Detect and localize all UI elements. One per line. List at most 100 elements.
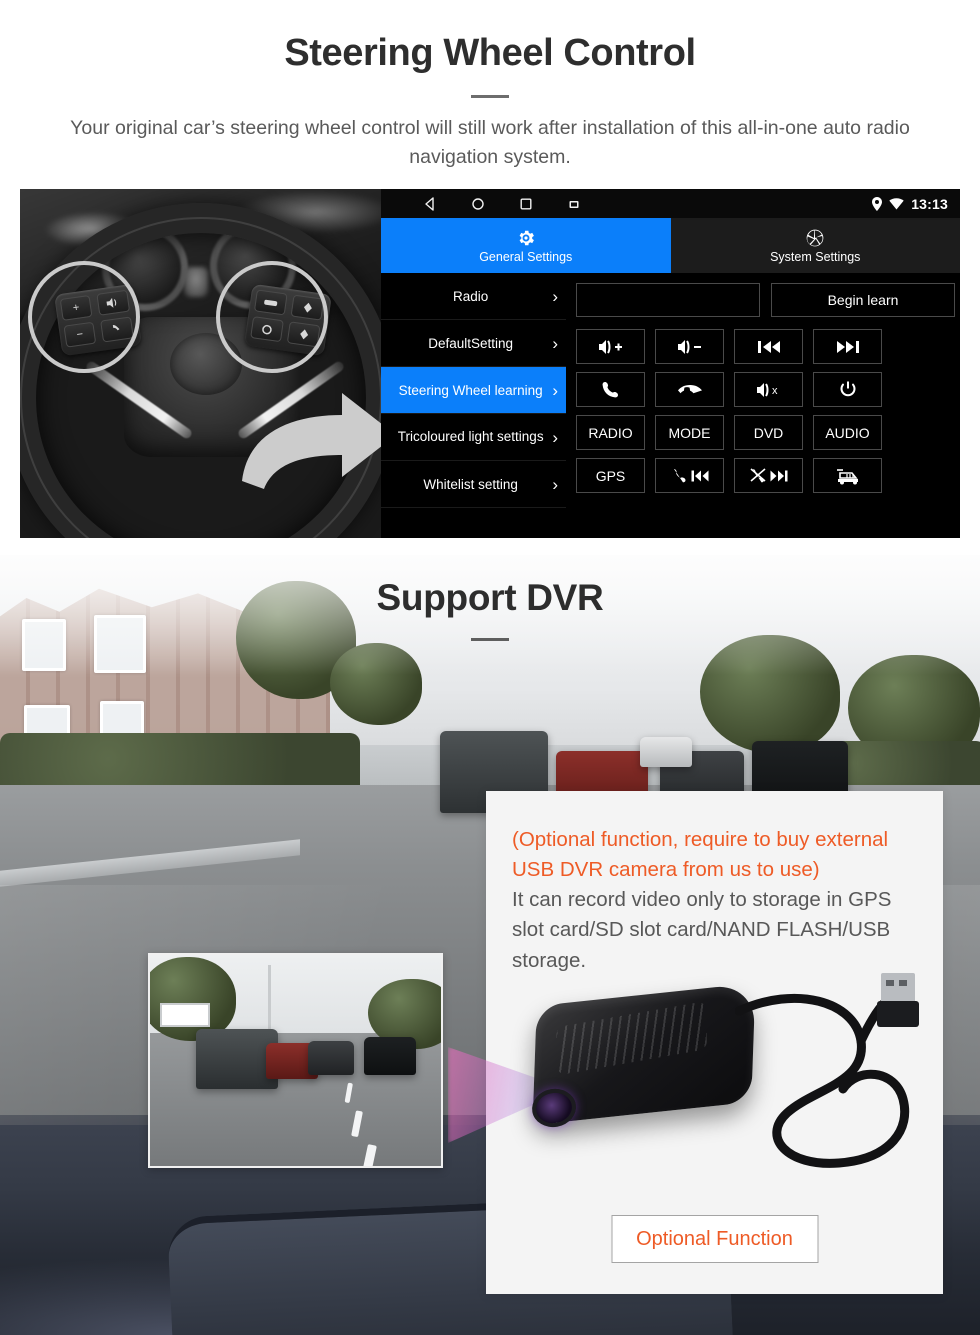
shutter-icon [806, 229, 824, 246]
tab-general-settings[interactable]: General Settings [381, 218, 671, 273]
volume-up-key: + [59, 294, 93, 321]
key-callend-next[interactable] [734, 458, 803, 493]
menu-item-whitelist-setting-label: Whitelist setting [423, 476, 518, 492]
key-mode[interactable]: MODE [655, 415, 724, 450]
dashcam-video-thumbnail [148, 953, 443, 1168]
chevron-right-icon: › [552, 286, 558, 306]
key-call-answer[interactable] [576, 372, 645, 407]
product-description-page: Steering Wheel Control Your original car… [0, 0, 980, 1335]
settings-body: Radio › DefaultSetting › Steering Wheel … [381, 273, 960, 538]
key-radio[interactable]: RADIO [576, 415, 645, 450]
previous-track-icon [691, 470, 708, 481]
menu-item-radio[interactable]: Radio › [381, 273, 566, 320]
vehicle [640, 737, 692, 767]
key-gps[interactable]: GPS [576, 458, 645, 493]
location-pin-icon [872, 196, 883, 211]
learning-panel: Begin learn x RADIO MODE DVD AUDIO GPS [566, 273, 960, 538]
right-control-pad [244, 283, 332, 357]
call-hangup-icon [677, 384, 702, 393]
back-icon[interactable] [423, 196, 437, 211]
menu-item-whitelist-setting[interactable]: Whitelist setting › [381, 461, 566, 508]
chevron-right-icon: › [552, 333, 558, 353]
learn-row: Begin learn [576, 283, 955, 317]
title-divider [471, 94, 509, 98]
chevron-right-icon: › [552, 380, 558, 400]
voice-key [96, 289, 131, 316]
android-status-bar: 13:13 [381, 189, 960, 218]
steering-key-grid: x RADIO MODE DVD AUDIO GPS [576, 329, 955, 493]
section2-title-divider [471, 638, 509, 641]
screenshot-icon[interactable] [567, 197, 581, 211]
steering-media-row: + − 13:13 General Settings System Settin… [20, 189, 960, 538]
next-track-icon [836, 340, 859, 353]
navigation-keys [423, 196, 581, 211]
dvr-info-panel: (Optional function, require to buy exter… [448, 791, 943, 1294]
volume-up-icon [598, 339, 622, 354]
key-call-previous[interactable] [655, 458, 724, 493]
key-car-rear-view[interactable] [813, 458, 882, 493]
tab-general-settings-label: General Settings [479, 249, 573, 264]
mode-key [253, 289, 288, 316]
home-icon[interactable] [471, 197, 485, 211]
menu-item-tricoloured-light-settings-label: Tricoloured light settings [397, 429, 544, 445]
call-hangup-icon [749, 468, 766, 483]
inset-vehicle [308, 1041, 354, 1075]
menu-item-steering-wheel-learning[interactable]: Steering Wheel learning › [381, 367, 566, 414]
chevron-right-icon: › [552, 427, 558, 447]
learn-key-input[interactable] [576, 283, 760, 317]
usb-connector [877, 973, 919, 1027]
usb-cable [735, 973, 919, 1168]
android-head-unit-screen: 13:13 General Settings System Settings R… [381, 189, 960, 538]
svg-text:x: x [772, 385, 778, 397]
previous-track-icon [757, 340, 780, 353]
call-key [100, 316, 134, 343]
optional-function-button[interactable]: Optional Function [611, 1215, 818, 1263]
gear-icon [519, 230, 534, 245]
steering-wheel-photo: + − [20, 189, 381, 538]
call-answer-icon [602, 381, 618, 397]
power-icon [840, 381, 855, 396]
select-key [250, 316, 284, 343]
inset-road-sign [160, 1003, 210, 1027]
mute-icon: x [756, 382, 778, 397]
menu-item-default-setting-label: DefaultSetting [428, 335, 514, 351]
next-track-icon [770, 470, 787, 481]
optional-function-note: (Optional function, require to buy exter… [512, 828, 889, 882]
key-mute[interactable]: x [734, 372, 803, 407]
key-power[interactable] [813, 372, 882, 407]
key-volume-up[interactable] [576, 329, 645, 364]
chevron-right-icon: › [552, 474, 558, 494]
section2-title: Support DVR [376, 577, 604, 618]
tab-system-settings[interactable]: System Settings [670, 218, 960, 273]
car-rear-view-icon [836, 468, 858, 484]
status-clock: 13:13 [911, 195, 948, 212]
begin-learn-button[interactable]: Begin learn [771, 283, 955, 317]
menu-item-radio-label: Radio [453, 288, 489, 304]
tab-system-settings-label: System Settings [770, 249, 861, 264]
airbag-cover [170, 333, 242, 395]
page-title: Steering Wheel Control [284, 32, 696, 74]
dvr-vent-slots [556, 1001, 708, 1076]
steering-wheel-control-section: Steering Wheel Control Your original car… [0, 0, 980, 555]
key-next-track[interactable] [813, 329, 882, 364]
settings-menu-list: Radio › DefaultSetting › Steering Wheel … [381, 273, 566, 538]
volume-down-key: − [63, 321, 97, 348]
key-call-hangup[interactable] [655, 372, 724, 407]
volume-down-icon [677, 339, 701, 354]
inset-vehicle [364, 1037, 416, 1075]
wifi-icon [889, 197, 904, 209]
menu-item-default-setting[interactable]: DefaultSetting › [381, 320, 566, 367]
status-indicators: 13:13 [872, 189, 948, 218]
section-subtitle: Your original car’s steering wheel contr… [70, 116, 910, 169]
recents-icon[interactable] [519, 197, 533, 211]
key-dvd[interactable]: DVD [734, 415, 803, 450]
key-previous-track[interactable] [734, 329, 803, 364]
menu-item-steering-wheel-learning-label: Steering Wheel learning [398, 382, 543, 398]
menu-item-tricoloured-light-settings[interactable]: Tricoloured light settings › [381, 414, 566, 461]
call-answer-icon [673, 469, 685, 483]
dvr-info-text: (Optional function, require to buy exter… [486, 791, 943, 976]
left-control-pad: + − [54, 283, 142, 357]
key-audio[interactable]: AUDIO [813, 415, 882, 450]
key-volume-down[interactable] [655, 329, 724, 364]
settings-tab-bar: General Settings System Settings [381, 218, 960, 273]
